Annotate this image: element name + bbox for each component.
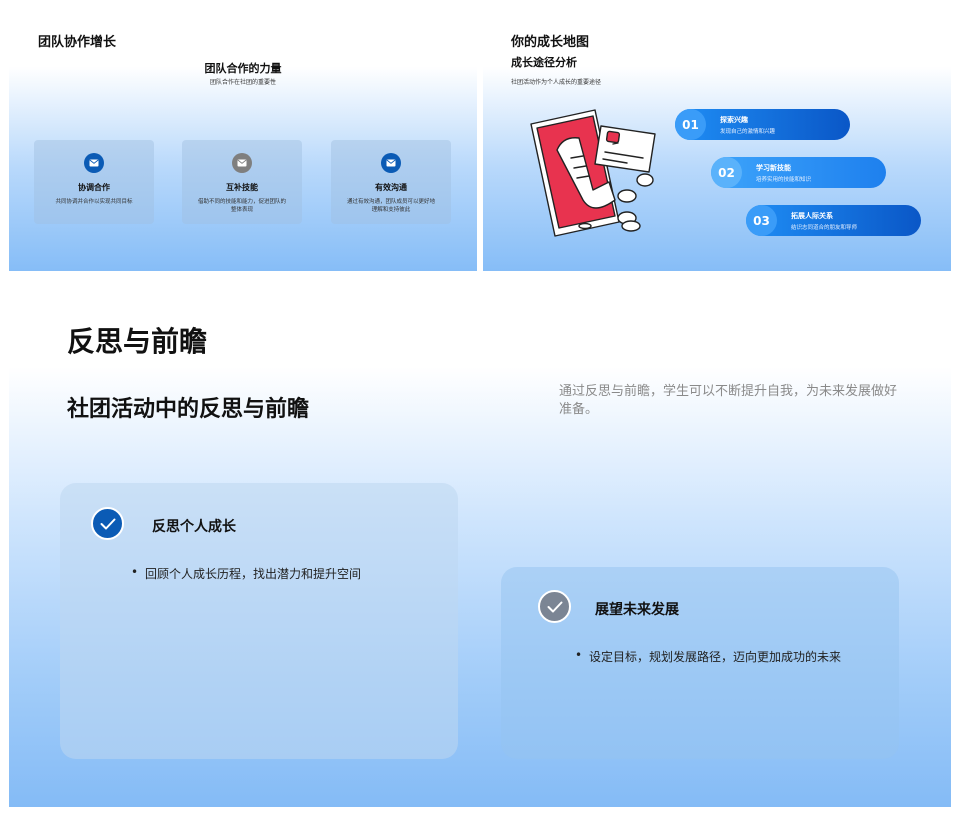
step-title: 学习新技能 xyxy=(756,164,791,172)
slide-subtitle: 成长途径分析 xyxy=(511,56,577,69)
card-title: 互补技能 xyxy=(226,183,258,192)
step-explore-interest: 01 探索兴趣 发现自己的激情和兴趣 xyxy=(675,109,850,140)
slide-team-collaboration[interactable]: 团队协作增长 团队合作的力量 团队合作在社团的重要性 协调合作 共同协调并合作以… xyxy=(9,9,477,271)
card-desc: 通过有效沟通，团队成员可以更好地理解和支持彼此 xyxy=(346,199,435,213)
step-number: 02 xyxy=(711,157,742,188)
step-title: 拓展人际关系 xyxy=(791,212,833,220)
slide-title: 你的成长地图 xyxy=(511,35,590,50)
slide-growth-map[interactable]: 你的成长地图 成长途径分析 社团活动作为个人成长的重要途径 01 探索兴趣 发现… xyxy=(483,9,951,271)
step-title: 探索兴趣 xyxy=(720,116,748,124)
card-title: 协调合作 xyxy=(78,183,110,192)
card-title: 反思个人成长 xyxy=(152,519,236,535)
step-desc: 发现自己的激情和兴趣 xyxy=(720,129,776,135)
step-number: 03 xyxy=(746,205,777,236)
step-number: 01 xyxy=(675,109,706,140)
checkmark-icon xyxy=(538,590,571,623)
card-future-outlook: 展望未来发展 设定目标，规划发展路径，迈向更加成功的未来 xyxy=(501,567,899,759)
checkmark-icon xyxy=(91,507,124,540)
slide-title: 团队协作增长 xyxy=(38,35,117,50)
slide-description: 通过反思与前瞻，学生可以不断提升自我，为未来发展做好准备。 xyxy=(559,384,898,417)
slide-title: 反思与前瞻 xyxy=(67,325,208,358)
phone-payment-illustration-icon xyxy=(530,109,656,237)
slide-subtitle: 团队合作的力量 xyxy=(204,62,282,75)
card-bullet-item: 设定目标，规划发展路径，迈向更加成功的未来 xyxy=(575,648,841,665)
envelope-icon xyxy=(84,153,104,173)
card-title: 有效沟通 xyxy=(375,183,407,192)
card-bullet-item: 回顾个人成长历程，找出潜力和提升空间 xyxy=(131,565,361,582)
card-complementary-skills: 互补技能 借助不同的技能和能力，促进团队的整体表现 xyxy=(182,140,302,224)
card-title: 展望未来发展 xyxy=(595,602,679,618)
step-learn-skills: 02 学习新技能 培养实用的技能和知识 xyxy=(711,157,886,188)
step-desc: 结识志同道合的朋友和导师 xyxy=(791,225,858,231)
slide-subtitle: 社团活动中的反思与前瞻 xyxy=(67,397,310,422)
slide-caption: 社团活动作为个人成长的重要途径 xyxy=(511,79,602,86)
card-desc: 共同协调并合作以实现共同目标 xyxy=(55,199,133,205)
slide-reflection-outlook[interactable]: 反思与前瞻 社团活动中的反思与前瞻 通过反思与前瞻，学生可以不断提升自我，为未来… xyxy=(9,283,951,807)
step-expand-network: 03 拓展人际关系 结识志同道合的朋友和导师 xyxy=(746,205,921,236)
card-reflect-growth: 反思个人成长 回顾个人成长历程，找出潜力和提升空间 xyxy=(60,483,458,759)
card-desc: 借助不同的技能和能力，促进团队的整体表现 xyxy=(197,199,286,213)
card-effective-communication: 有效沟通 通过有效沟通，团队成员可以更好地理解和支持彼此 xyxy=(331,140,451,224)
envelope-icon xyxy=(381,153,401,173)
card-coordination: 协调合作 共同协调并合作以实现共同目标 xyxy=(34,140,154,224)
step-desc: 培养实用的技能和知识 xyxy=(756,177,812,183)
envelope-icon xyxy=(232,153,252,173)
slide-caption: 团队合作在社团的重要性 xyxy=(209,79,276,86)
